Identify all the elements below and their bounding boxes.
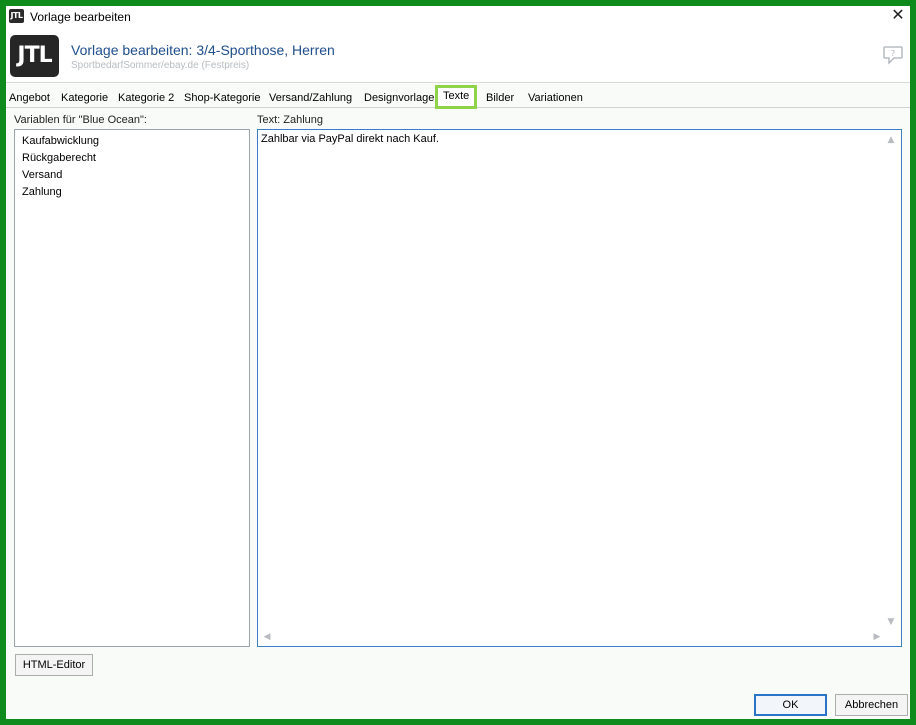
scroll-down-icon[interactable]: ▼ — [885, 616, 897, 628]
cancel-button[interactable]: Abbrechen — [835, 694, 908, 716]
tab-texte[interactable]: Texte — [435, 85, 478, 109]
page-subtitle: SportbedarfSommer/ebay.de (Festpreis) — [71, 60, 250, 71]
scroll-right-icon[interactable]: ▶ — [871, 631, 883, 643]
window-title: Vorlage bearbeiten — [30, 10, 131, 24]
title-bar[interactable]: JTL Vorlage bearbeiten ✕ — [6, 6, 910, 28]
tab-kategorie-2[interactable]: Kategorie 2 — [115, 88, 177, 108]
text-label: Text: Zahlung — [257, 114, 324, 126]
close-icon[interactable]: ✕ — [888, 6, 908, 26]
variables-label: Variablen für "Blue Ocean": — [14, 114, 147, 126]
tab-kategorie[interactable]: Kategorie — [58, 88, 111, 108]
ok-button[interactable]: OK — [754, 694, 827, 716]
text-editor[interactable]: Zahlbar via PayPal direkt nach Kauf. ▲ ▼… — [257, 129, 902, 647]
list-item[interactable]: Versand — [22, 167, 249, 184]
page-title: Vorlage bearbeiten: 3/4-Sporthose, Herre… — [71, 42, 335, 58]
list-item[interactable]: Kaufabwicklung — [22, 133, 249, 150]
tab-shop-kategorie[interactable]: Shop-Kategorie — [181, 88, 263, 108]
app-icon: JTL — [9, 9, 24, 23]
scroll-left-icon[interactable]: ◀ — [261, 631, 273, 643]
tab-designvorlage[interactable]: Designvorlage — [361, 88, 437, 108]
svg-text:?: ? — [891, 49, 895, 58]
text-editor-content[interactable]: Zahlbar via PayPal direkt nach Kauf. — [261, 133, 439, 145]
speech-bubble-help-icon[interactable]: ? — [882, 45, 904, 65]
tab-angebot[interactable]: Angebot — [6, 88, 53, 108]
dialog-window: JTL Vorlage bearbeiten ✕ JTL Vorlage bea… — [6, 6, 910, 719]
tab-variationen[interactable]: Variationen — [525, 88, 586, 108]
tab-bar: Angebot Kategorie Kategorie 2 Shop-Kateg… — [6, 84, 910, 109]
jtl-logo: JTL — [10, 35, 59, 77]
tab-bilder[interactable]: Bilder — [483, 88, 517, 108]
list-item[interactable]: Zahlung — [22, 184, 249, 201]
scroll-up-icon[interactable]: ▲ — [885, 134, 897, 146]
list-item[interactable]: Rückgaberecht — [22, 150, 249, 167]
tab-versand-zahlung[interactable]: Versand/Zahlung — [266, 88, 355, 108]
html-editor-button[interactable]: HTML-Editor — [15, 654, 93, 676]
variables-list[interactable]: Kaufabwicklung Rückgaberecht Versand Zah… — [14, 129, 250, 647]
dialog-header: JTL Vorlage bearbeiten: 3/4-Sporthose, H… — [6, 28, 910, 83]
